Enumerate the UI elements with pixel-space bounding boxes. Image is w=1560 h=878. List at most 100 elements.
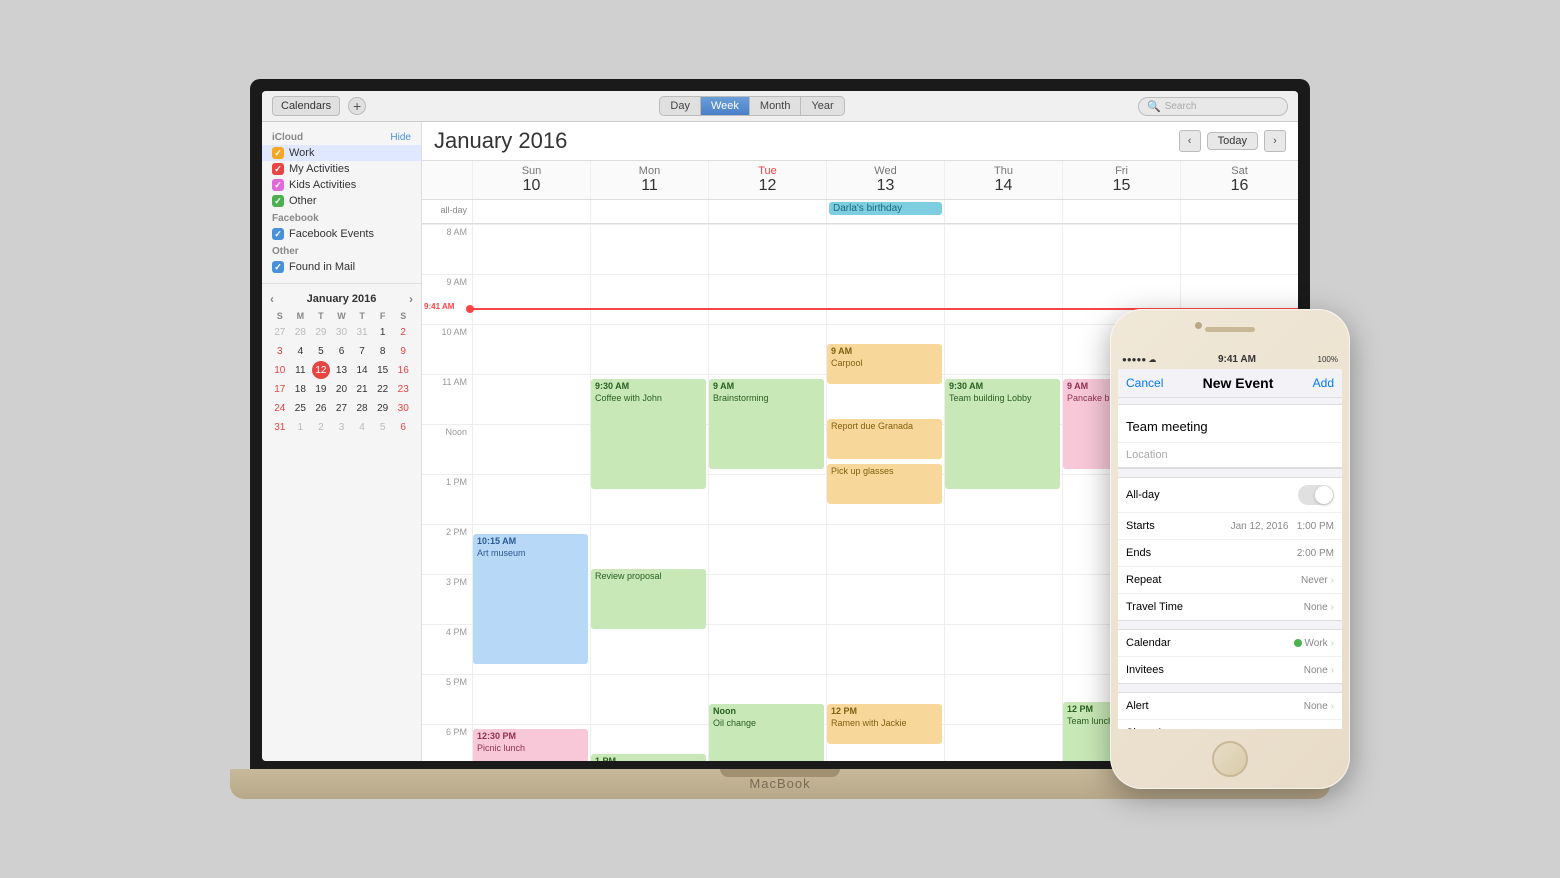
event-item[interactable]: 9:30 AMCoffee with John [591,379,706,489]
phone-row-invitees[interactable]: Invitees None › [1118,657,1342,683]
mini-cal-prev[interactable]: ‹ [270,292,274,306]
phone-camera [1195,322,1202,329]
event-item[interactable]: 10:15 AMArt museum [473,534,588,664]
kids-activities-checkbox[interactable] [272,179,284,191]
hide-button[interactable]: Hide [390,132,411,143]
cell-sat-8 [1180,224,1298,274]
mini-cal-day[interactable]: 13 [332,361,350,379]
cell-mon-5 [590,674,708,724]
event-item[interactable]: 12:30 PMPicnic lunch [473,729,588,761]
phone-add-button[interactable]: Add [1313,376,1334,390]
mini-cal-day[interactable]: 23 [394,380,412,398]
allday-toggle[interactable] [1298,485,1334,505]
phone-row-starts[interactable]: Starts Jan 12, 2016 1:00 PM [1118,513,1342,540]
allday-event-darla[interactable]: Darla's birthday [829,202,942,215]
mini-cal-day[interactable]: 31 [271,418,289,436]
mini-cal-day[interactable]: 5 [374,418,392,436]
work-checkbox[interactable] [272,147,284,159]
mini-cal-day[interactable]: 11 [291,361,309,379]
event-item[interactable]: 9 AMBrainstorming [709,379,824,469]
mini-cal-day[interactable]: 28 [353,399,371,417]
event-item[interactable]: NoonOil change [709,704,824,761]
phone-status-bar: ●●●●● ☁ 9:41 AM 100% [1118,354,1342,369]
cal-prev-btn[interactable]: ‹ [1179,130,1201,152]
phone-row-show-as[interactable]: Show As Busy › [1118,720,1342,729]
phone-row-travel[interactable]: Travel Time None › [1118,594,1342,620]
mini-cal-day[interactable]: 19 [312,380,330,398]
sidebar-item-other[interactable]: Other [262,193,421,209]
found-in-mail-checkbox[interactable] [272,261,284,273]
mini-cal-day[interactable]: 2 [394,323,412,341]
mini-cal-grid: S M T W T F S 27 28 29 [270,310,413,436]
event-item[interactable]: 9:30 AMTeam building Lobby [945,379,1060,489]
mini-cal-day[interactable]: 7 [353,342,371,360]
phone-row-calendar[interactable]: Calendar Work › [1118,630,1342,657]
mini-cal-day[interactable]: 28 [291,323,309,341]
view-day-button[interactable]: Day [660,97,701,115]
mini-cal-day[interactable]: 4 [353,418,371,436]
mini-cal-day[interactable]: 18 [291,380,309,398]
calendars-button[interactable]: Calendars [272,96,340,116]
event-item[interactable]: Report due Granada [827,419,942,459]
mini-cal-day[interactable]: 3 [271,342,289,360]
event-item[interactable]: 12 PMRamen with Jackie [827,704,942,744]
event-item[interactable]: Pick up glasses [827,464,942,504]
sidebar-item-found-in-mail[interactable]: Found in Mail [262,259,421,275]
event-item[interactable]: Review proposal [591,569,706,629]
add-calendar-button[interactable]: + [348,97,366,115]
mini-cal-day[interactable]: 8 [374,342,392,360]
mini-cal-day[interactable]: 29 [312,323,330,341]
mini-cal-day[interactable]: 6 [394,418,412,436]
view-week-button[interactable]: Week [701,97,750,115]
mini-cal-day[interactable]: 17 [271,380,289,398]
mini-cal-day[interactable]: 30 [332,323,350,341]
mini-cal-day[interactable]: 21 [353,380,371,398]
mini-cal-day[interactable]: 1 [374,323,392,341]
phone-location-field[interactable]: Location [1118,443,1342,468]
phone-home-button[interactable] [1212,741,1248,777]
mini-cal-day[interactable]: 3 [332,418,350,436]
mini-cal-day[interactable]: 25 [291,399,309,417]
phone-row-ends[interactable]: Ends 2:00 PM [1118,540,1342,567]
other-checkbox[interactable] [272,195,284,207]
mini-cal-next[interactable]: › [409,292,413,306]
mini-cal-day[interactable]: 4 [291,342,309,360]
mini-cal-day[interactable]: 2 [312,418,330,436]
mini-cal-day[interactable]: 22 [374,380,392,398]
sidebar-item-work[interactable]: Work [262,145,421,161]
sidebar-item-kids-activities[interactable]: Kids Activities [262,177,421,193]
mini-cal-day[interactable]: 14 [353,361,371,379]
event-item[interactable]: 9 AMCarpool [827,344,942,384]
mini-cal-day[interactable]: 1 [291,418,309,436]
search-box[interactable]: 🔍 Search [1138,97,1288,116]
mini-cal-day[interactable]: 29 [374,399,392,417]
mini-cal-day-today[interactable]: 12 [312,361,330,379]
my-activities-checkbox[interactable] [272,163,284,175]
mini-cal-day[interactable]: 20 [332,380,350,398]
allday-cell-wed: Darla's birthday [826,200,944,223]
mini-cal-day[interactable]: 5 [312,342,330,360]
event-item[interactable]: 1 PMCatch up with Gilbert [591,754,706,761]
mini-cal-day[interactable]: 30 [394,399,412,417]
sidebar-item-my-activities[interactable]: My Activities [262,161,421,177]
phone-event-title[interactable]: Team meeting [1118,411,1342,443]
sidebar-item-facebook-events[interactable]: Facebook Events [262,226,421,242]
phone-row-repeat[interactable]: Repeat Never › [1118,567,1342,594]
facebook-events-checkbox[interactable] [272,228,284,240]
mini-cal-day[interactable]: 9 [394,342,412,360]
mini-cal-day[interactable]: 16 [394,361,412,379]
phone-cancel-button[interactable]: Cancel [1126,376,1163,390]
mini-cal-day[interactable]: 31 [353,323,371,341]
mini-cal-day[interactable]: 27 [271,323,289,341]
mini-cal-day[interactable]: 15 [374,361,392,379]
phone-row-alert[interactable]: Alert None › [1118,693,1342,720]
cal-next-btn[interactable]: › [1264,130,1286,152]
mini-cal-day[interactable]: 26 [312,399,330,417]
cal-today-btn[interactable]: Today [1207,132,1258,150]
mini-cal-day[interactable]: 24 [271,399,289,417]
mini-cal-day[interactable]: 6 [332,342,350,360]
view-year-button[interactable]: Year [801,97,843,115]
mini-cal-day[interactable]: 10 [271,361,289,379]
view-month-button[interactable]: Month [750,97,802,115]
mini-cal-day[interactable]: 27 [332,399,350,417]
